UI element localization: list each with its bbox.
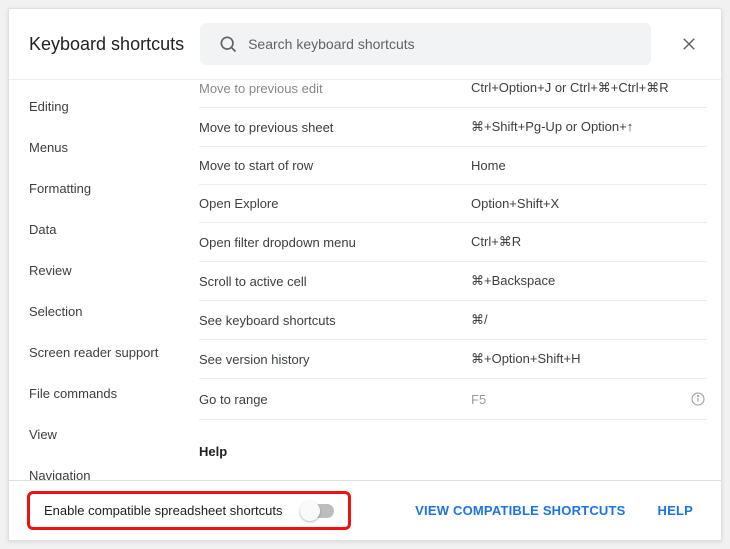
sidebar-item-label: Editing xyxy=(29,99,69,114)
sidebar-item-label: Screen reader support xyxy=(29,345,158,360)
sidebar-item-label: File commands xyxy=(29,386,117,401)
search-icon xyxy=(218,34,238,54)
search-input[interactable] xyxy=(248,36,643,52)
view-compatible-button[interactable]: VIEW COMPATIBLE SHORTCUTS xyxy=(405,495,635,526)
shortcut-row: See keyboard shortcuts ⌘/ xyxy=(199,301,707,340)
sidebar-item-screen-reader[interactable]: Screen reader support xyxy=(9,332,187,373)
shortcut-keys: F5 xyxy=(471,392,689,407)
shortcut-action: Scroll to active cell xyxy=(199,274,471,289)
shortcut-keys: Option+Shift+X xyxy=(471,196,707,211)
shortcut-row: Go to range F5 xyxy=(199,379,707,420)
shortcut-row: Help Center Shift+F1 xyxy=(199,469,707,480)
sidebar-item-label: Selection xyxy=(29,304,82,319)
sidebar-item-view[interactable]: View xyxy=(9,414,187,455)
sidebar-item-formatting[interactable]: Formatting xyxy=(9,168,187,209)
info-icon[interactable] xyxy=(689,390,707,408)
shortcut-row: Move to previous edit Ctrl+Option+J or C… xyxy=(199,80,707,108)
shortcut-action: Open filter dropdown menu xyxy=(199,235,471,250)
dialog-footer: Enable compatible spreadsheet shortcuts … xyxy=(9,480,721,540)
shortcut-row: See version history ⌘+Option+Shift+H xyxy=(199,340,707,379)
sidebar-item-label: Navigation xyxy=(29,468,90,480)
compat-toggle[interactable] xyxy=(300,504,334,518)
category-sidebar[interactable]: Editing Menus Formatting Data Review Sel… xyxy=(9,80,187,480)
section-heading-help: Help xyxy=(199,420,707,469)
help-button[interactable]: HELP xyxy=(648,495,703,526)
keyboard-shortcuts-dialog: Keyboard shortcuts Editing Menus Formatt… xyxy=(8,8,722,541)
dialog-body: Editing Menus Formatting Data Review Sel… xyxy=(9,80,721,480)
sidebar-item-data[interactable]: Data xyxy=(9,209,187,250)
shortcut-keys: ⌘+Shift+Pg-Up or Option+↑ xyxy=(471,119,707,135)
search-container[interactable] xyxy=(200,23,651,65)
shortcut-keys: Ctrl+Option+J or Ctrl+⌘+Ctrl+⌘R xyxy=(471,80,707,96)
shortcut-keys: ⌘+Backspace xyxy=(471,273,707,289)
shortcut-row: Scroll to active cell ⌘+Backspace xyxy=(199,262,707,301)
shortcuts-list[interactable]: Move to previous edit Ctrl+Option+J or C… xyxy=(187,80,721,480)
sidebar-item-menus[interactable]: Menus xyxy=(9,127,187,168)
shortcut-action: See version history xyxy=(199,352,471,367)
shortcut-row: Open filter dropdown menu Ctrl+⌘R xyxy=(199,223,707,262)
sidebar-item-file-commands[interactable]: File commands xyxy=(9,373,187,414)
shortcut-row: Move to start of row Home xyxy=(199,147,707,185)
sidebar-item-label: Review xyxy=(29,263,72,278)
sidebar-item-editing[interactable]: Editing xyxy=(9,86,187,127)
dialog-header: Keyboard shortcuts xyxy=(9,9,721,80)
shortcut-keys: ⌘+Option+Shift+H xyxy=(471,351,707,367)
shortcut-row: Open Explore Option+Shift+X xyxy=(199,185,707,223)
shortcut-action: Go to range xyxy=(199,392,471,407)
sidebar-item-label: Formatting xyxy=(29,181,91,196)
dialog-title: Keyboard shortcuts xyxy=(29,34,184,55)
highlight-annotation: Enable compatible spreadsheet shortcuts xyxy=(27,491,351,530)
shortcut-action: Move to start of row xyxy=(199,158,471,173)
compat-toggle-label: Enable compatible spreadsheet shortcuts xyxy=(44,503,282,518)
shortcut-action: Move to previous sheet xyxy=(199,120,471,135)
sidebar-item-label: Menus xyxy=(29,140,68,155)
shortcut-action: See keyboard shortcuts xyxy=(199,313,471,328)
sidebar-item-label: Data xyxy=(29,222,56,237)
close-button[interactable] xyxy=(675,30,703,58)
shortcut-row: Move to previous sheet ⌘+Shift+Pg-Up or … xyxy=(199,108,707,147)
shortcut-keys: Ctrl+⌘R xyxy=(471,234,707,250)
shortcut-action: Open Explore xyxy=(199,196,471,211)
sidebar-item-navigation[interactable]: Navigation xyxy=(9,455,187,480)
shortcut-keys: Home xyxy=(471,158,707,173)
shortcut-action: Move to previous edit xyxy=(199,81,471,96)
sidebar-item-selection[interactable]: Selection xyxy=(9,291,187,332)
sidebar-item-review[interactable]: Review xyxy=(9,250,187,291)
sidebar-item-label: View xyxy=(29,427,57,442)
shortcut-keys: ⌘/ xyxy=(471,312,707,328)
